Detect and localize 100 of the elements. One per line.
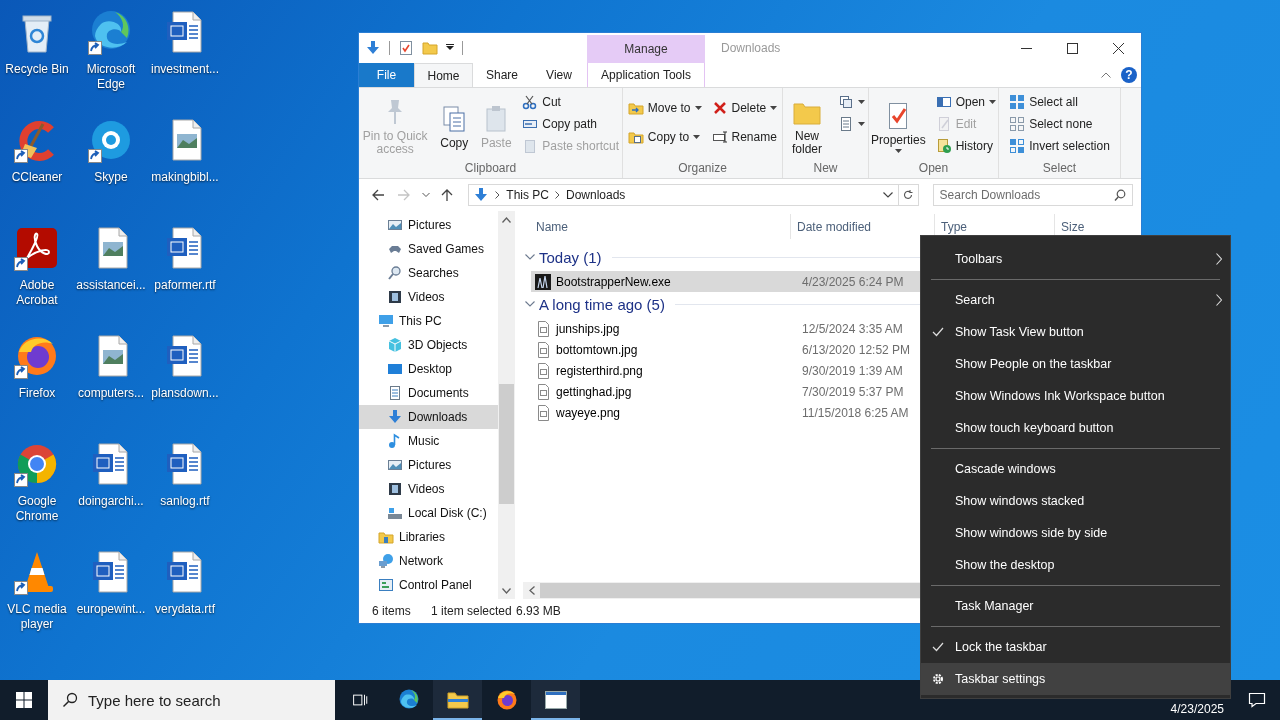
nav-item[interactable]: Pictures [359, 453, 498, 477]
nav-item[interactable]: Saved Games [359, 237, 498, 261]
caret-icon[interactable] [858, 122, 865, 126]
ribbon-button[interactable]: Properties [867, 96, 929, 155]
close-icon[interactable] [1112, 42, 1124, 54]
scroll-down-icon[interactable] [502, 587, 511, 594]
menu-item[interactable]: Show touch keyboard button [921, 412, 1230, 444]
menu-item[interactable]: Taskbar settings [921, 663, 1230, 695]
desktop-icon-label[interactable]: sanlog.rtf [149, 494, 221, 509]
nav-item[interactable]: 3D Objects [359, 333, 498, 357]
chevron-down-icon[interactable] [882, 190, 893, 200]
desktop-icon-label[interactable]: Firefox [1, 386, 73, 401]
properties-icon[interactable] [398, 40, 414, 56]
notification-icon[interactable] [1248, 692, 1266, 708]
ribbon-button[interactable]: Invert selection [1006, 135, 1113, 157]
breadcrumb[interactable]: Downloads [566, 188, 626, 202]
nav-item[interactable]: Desktop [359, 357, 498, 381]
chevron-up-icon[interactable] [1101, 72, 1111, 78]
ribbon-tab[interactable]: View [531, 63, 587, 87]
column-header[interactable]: Size [1055, 214, 1141, 239]
menu-item[interactable]: Show the desktop [921, 549, 1230, 581]
nav-item[interactable]: Documents [359, 381, 498, 405]
desktop-icon-label[interactable]: verydata.rtf [149, 602, 221, 617]
ribbon-button[interactable]: Copy [435, 99, 474, 152]
caret-icon[interactable] [770, 106, 778, 111]
back-arrow-icon[interactable] [370, 188, 385, 202]
nav-item[interactable]: Local Disk (C:) [359, 501, 498, 525]
desktop-icon-label[interactable]: Microsoft Edge [75, 62, 147, 92]
search-field[interactable]: Search Downloads [932, 184, 1133, 206]
desktop-icon-label[interactable]: CCleaner [1, 170, 73, 185]
nav-item[interactable]: Searches [359, 261, 498, 285]
menu-item[interactable]: Lock the taskbar [921, 631, 1230, 663]
search-field[interactable]: Type here to search [48, 680, 335, 720]
desktop-icon-label[interactable]: doingarchi... [75, 494, 147, 509]
caret-icon[interactable] [858, 100, 865, 104]
menu-item[interactable]: Show windows side by side [921, 517, 1230, 549]
start-icon[interactable] [16, 692, 32, 708]
clock-date[interactable]: 4/23/2025 [1170, 702, 1234, 720]
taskbar-button[interactable] [433, 680, 482, 720]
scroll-left-icon[interactable] [528, 586, 535, 595]
search-input[interactable]: Search Downloads [939, 188, 1114, 202]
menu-item[interactable]: Show Task View button [921, 316, 1230, 348]
address-bar[interactable]: This PC Downloads [468, 184, 919, 206]
desktop-icon-label[interactable]: Skype [75, 170, 147, 185]
caret-icon[interactable] [694, 106, 702, 111]
breadcrumb[interactable]: This PC [506, 188, 549, 202]
nav-item[interactable]: Network [359, 549, 498, 573]
ribbon-button[interactable]: Copy to [624, 125, 705, 148]
nav-item[interactable]: Libraries [359, 525, 498, 549]
ribbon-tab[interactable]: Home [414, 63, 473, 87]
chevron-icon[interactable] [555, 191, 560, 199]
desktop-icon-label[interactable]: paformer.rtf [149, 278, 221, 293]
ribbon-button[interactable]: Move to [624, 97, 705, 120]
nav-item[interactable]: Videos [359, 477, 498, 501]
group-header[interactable]: A long time ago (5) [539, 295, 665, 313]
desktop-icon-label[interactable]: makingbibl... [149, 170, 221, 185]
nav-item[interactable]: Downloads [359, 405, 498, 429]
menu-item[interactable]: Show People on the taskbar [921, 348, 1230, 380]
ribbon-button[interactable]: Select none [1006, 113, 1113, 135]
help-button[interactable]: ? [1121, 67, 1137, 83]
ribbon-button[interactable]: Open [932, 91, 1000, 113]
desktop-icon-label[interactable]: assistancei... [75, 278, 147, 293]
desktop-icon-label[interactable]: europewint... [75, 602, 147, 617]
up-arrow-icon[interactable] [440, 188, 455, 202]
group-header[interactable]: Today (1) [539, 248, 602, 266]
desktop-icon-label[interactable]: Recycle Bin [1, 62, 73, 77]
nav-item[interactable]: This PC [359, 309, 498, 333]
column-header[interactable]: Name [515, 214, 791, 239]
search-input[interactable]: Type here to search [88, 691, 335, 709]
scrollbar-thumb[interactable] [499, 384, 514, 504]
nav-item[interactable]: Pictures [359, 213, 498, 237]
ribbon-button[interactable]: Copy path [519, 113, 622, 135]
desktop-icon-label[interactable]: plansdown... [149, 386, 221, 401]
ribbon-button[interactable]: Cut [519, 91, 622, 113]
menu-item[interactable]: Show Windows Ink Workspace button [921, 380, 1230, 412]
caret-icon[interactable] [989, 100, 997, 104]
ribbon-button[interactable]: New folder [783, 93, 831, 158]
chevron-icon[interactable] [495, 191, 501, 199]
menu-item[interactable]: Cascade windows [921, 453, 1230, 485]
maximize-icon[interactable] [1066, 42, 1078, 54]
caret-icon[interactable] [894, 148, 902, 153]
ribbon-button[interactable]: Delete [708, 97, 781, 120]
taskbar-button[interactable] [531, 680, 580, 720]
ribbon-button[interactable]: Rename [708, 125, 781, 148]
nav-item[interactable]: Videos [359, 285, 498, 309]
chevron-icon[interactable] [525, 301, 535, 307]
desktop-icon-label[interactable]: investment... [149, 62, 221, 77]
nav-item[interactable]: Music [359, 429, 498, 453]
ribbon-tab[interactable]: File [359, 63, 414, 87]
nav-item[interactable]: Control Panel [359, 573, 498, 597]
menu-item[interactable]: Task Manager [921, 590, 1230, 622]
ribbon-tab[interactable]: Share [473, 63, 531, 87]
scrollbar[interactable] [498, 211, 515, 599]
ribbon-button[interactable]: History [932, 135, 1000, 157]
ribbon-button[interactable]: Select all [1006, 91, 1113, 113]
caret-icon[interactable] [693, 134, 701, 139]
menu-item[interactable]: Show windows stacked [921, 485, 1230, 517]
task-view-icon[interactable] [350, 691, 369, 709]
download-icon[interactable] [365, 40, 381, 56]
desktop-icon-label[interactable]: Adobe Acrobat [1, 278, 73, 308]
